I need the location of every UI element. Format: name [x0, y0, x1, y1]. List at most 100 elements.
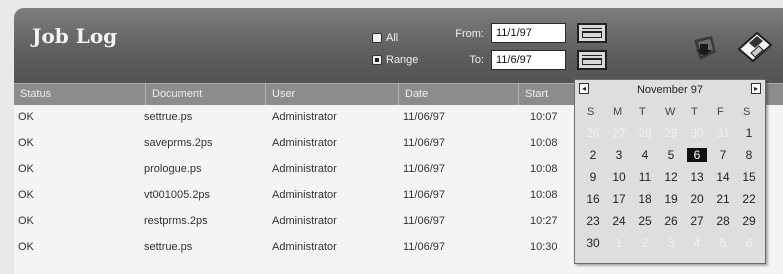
calendar-day[interactable]: 21 — [713, 192, 733, 206]
cell-start: 10:07 — [530, 111, 558, 123]
calendar-day[interactable]: 25 — [635, 214, 655, 228]
filter-range-radio[interactable]: Range — [372, 54, 418, 66]
column-date[interactable]: Date — [399, 84, 519, 106]
calendar-day[interactable]: 19 — [661, 192, 681, 206]
calendar-day[interactable]: 22 — [739, 192, 759, 206]
filter-all-radio[interactable]: All — [372, 32, 398, 44]
weekday-label: W — [665, 106, 676, 118]
calendar-day[interactable]: 23 — [583, 214, 603, 228]
calendar-day[interactable]: 26 — [661, 214, 681, 228]
calendar-day[interactable]: 12 — [661, 170, 681, 184]
calendar-day[interactable]: 28 — [713, 214, 733, 228]
calendar-day[interactable]: 17 — [609, 192, 629, 206]
from-calendar-button[interactable] — [577, 23, 607, 43]
cell-date: 11/06/97 — [403, 163, 446, 175]
calendar-day[interactable]: 9 — [583, 170, 603, 184]
header-band: Job Log All Range From: 11/1/97 To: 11/6… — [14, 8, 783, 90]
calendar-day[interactable]: 26 — [583, 126, 603, 140]
calendar-day[interactable]: 30 — [687, 126, 707, 140]
calendar-next-button[interactable]: ▸ — [751, 83, 761, 94]
from-date-field[interactable]: 11/1/97 — [491, 23, 566, 43]
calendar-day[interactable]: 27 — [609, 126, 629, 140]
table-row[interactable]: OK saveprms.2ps Administrator 11/06/97 1… — [14, 133, 574, 156]
cell-status: OK — [18, 111, 34, 123]
calendar-day[interactable]: 16 — [583, 192, 603, 206]
calendar-day[interactable]: 29 — [661, 126, 681, 140]
cell-document: restprms.2ps — [144, 215, 208, 227]
calendar-day[interactable]: 13 — [687, 170, 707, 184]
cell-user: Administrator — [272, 241, 337, 253]
cell-document: vt001005.2ps — [144, 189, 211, 201]
calendar-popup: November 97 ◂ ▸ SMTWTFS 26 27 28 29 30 31 1 2 3 4… — [574, 79, 766, 264]
cell-start: 10:08 — [530, 163, 558, 175]
weekday-label: S — [587, 106, 595, 118]
calendar-day[interactable]: 29 — [739, 214, 759, 228]
calendar-day[interactable]: 18 — [635, 192, 655, 206]
cell-user: Administrator — [272, 163, 337, 175]
cell-start: 10:30 — [530, 241, 558, 253]
cell-date: 11/06/97 — [403, 241, 446, 253]
calendar-day[interactable]: 2 — [635, 236, 655, 250]
column-start[interactable]: Start — [519, 84, 579, 106]
calendar-header: November 97 — [575, 80, 765, 100]
cell-date: 11/06/97 — [403, 137, 446, 149]
column-user[interactable]: User — [266, 84, 399, 106]
column-status[interactable]: Status — [14, 84, 146, 106]
cell-document: settrue.ps — [144, 111, 193, 123]
calendar-day[interactable]: 5 — [661, 148, 681, 162]
calendar-day[interactable]: 27 — [687, 214, 707, 228]
cell-document: prologue.ps — [144, 163, 202, 175]
cell-status: OK — [18, 137, 34, 149]
column-document[interactable]: Document — [146, 84, 266, 106]
weekday-label: T — [691, 106, 698, 118]
radio-dot — [372, 55, 382, 65]
table-row[interactable]: OK prologue.ps Administrator 11/06/97 10… — [14, 159, 574, 182]
cell-start: 10:27 — [530, 215, 558, 227]
calendar-day[interactable]: 4 — [635, 148, 655, 162]
calendar-day[interactable]: 24 — [609, 214, 629, 228]
calendar-month-label: November 97 — [636, 84, 704, 96]
calendar-day[interactable]: 7 — [713, 148, 733, 162]
cell-start: 10:08 — [530, 189, 558, 201]
weekday-label: M — [613, 106, 623, 118]
calendar-day[interactable]: 8 — [739, 148, 759, 162]
calendar-day[interactable]: 4 — [687, 236, 707, 250]
cell-status: OK — [18, 241, 34, 253]
table-row[interactable]: OK settrue.ps Administrator 11/06/97 10:… — [14, 107, 574, 130]
cell-date: 11/06/97 — [403, 189, 446, 201]
cell-user: Administrator — [272, 215, 337, 227]
calendar-prev-button[interactable]: ◂ — [579, 83, 589, 94]
cell-status: OK — [18, 163, 34, 175]
cell-document: settrue.ps — [144, 241, 193, 253]
calendar-day[interactable]: 28 — [635, 126, 655, 140]
table-row[interactable]: OK vt001005.2ps Administrator 11/06/97 1… — [14, 185, 574, 208]
cell-date: 11/06/97 — [403, 111, 446, 123]
filter-all-label: All — [386, 32, 399, 44]
calendar-day[interactable]: 5 — [713, 236, 733, 250]
table-row[interactable]: OK restprms.2ps Administrator 11/06/97 1… — [14, 211, 574, 234]
to-label: To: — [469, 54, 484, 66]
weekday-label: F — [717, 106, 724, 118]
bin-arrow-icon[interactable] — [686, 30, 722, 66]
calendar-day[interactable]: 31 — [713, 126, 733, 140]
to-date-field[interactable]: 11/6/97 — [491, 50, 566, 70]
calendar-day[interactable]: 1 — [609, 236, 629, 250]
calendar-day[interactable]: 3 — [661, 236, 681, 250]
calendar-day[interactable]: 2 — [583, 148, 603, 162]
to-calendar-button[interactable] — [577, 50, 607, 70]
calendar-day[interactable]: 30 — [583, 236, 603, 250]
calendar-day[interactable]: 14 — [713, 170, 733, 184]
calendar-day[interactable]: 1 — [739, 126, 759, 140]
calendar-weekdays: SMTWTFS — [585, 106, 759, 122]
cell-date: 11/06/97 — [403, 215, 446, 227]
calendar-day[interactable]: 6 — [687, 148, 707, 162]
calendar-day[interactable]: 3 — [609, 148, 629, 162]
calendar-day[interactable]: 6 — [739, 236, 759, 250]
floppy-disk-icon[interactable] — [735, 27, 775, 67]
cell-user: Administrator — [272, 111, 337, 123]
calendar-day[interactable]: 10 — [609, 170, 629, 184]
calendar-day[interactable]: 20 — [687, 192, 707, 206]
calendar-day[interactable]: 15 — [739, 170, 759, 184]
calendar-day[interactable]: 11 — [635, 170, 655, 184]
table-row[interactable]: OK settrue.ps Administrator 11/06/97 10:… — [14, 237, 574, 260]
